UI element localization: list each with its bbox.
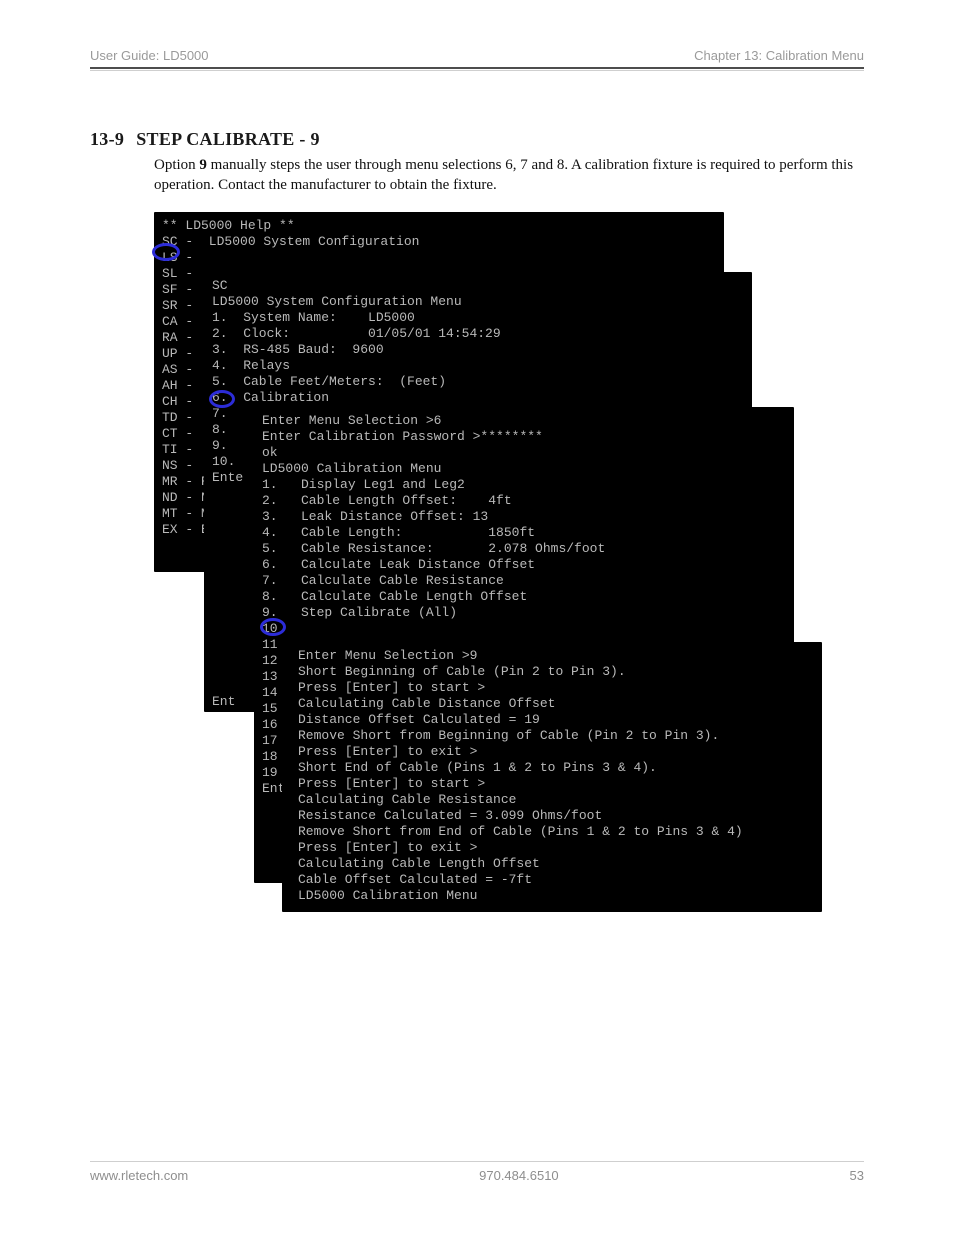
section-number: 13-9 [90, 129, 124, 150]
footer: www.rletech.com 970.484.6510 53 [90, 1161, 864, 1183]
para-rest: manually steps the user through menu sel… [154, 157, 853, 193]
section-title: STEP CALIBRATE - 9 [136, 129, 320, 150]
para-bold: 9 [199, 157, 207, 173]
section-paragraph: Option 9 manually steps the user through… [154, 155, 864, 196]
header-right: Chapter 13: Calibration Menu [694, 48, 864, 63]
footer-left: www.rletech.com [90, 1168, 188, 1183]
header-row: User Guide: LD5000 Chapter 13: Calibrati… [90, 48, 864, 63]
terminal-layer-stepcal: Enter Menu Selection >9 Short Beginning … [282, 642, 822, 912]
page: User Guide: LD5000 Chapter 13: Calibrati… [0, 0, 954, 1235]
footer-center: 970.484.6510 [479, 1168, 559, 1183]
terminal-stack: ** LD5000 Help ** SC - LD5000 System Con… [154, 212, 864, 932]
annotation-circle-9 [260, 618, 286, 636]
annotation-circle-sc [152, 243, 180, 261]
footer-row: www.rletech.com 970.484.6510 53 [90, 1162, 864, 1183]
annotation-circle-6 [209, 390, 235, 408]
header-left: User Guide: LD5000 [90, 48, 209, 63]
para-prefix: Option [154, 157, 199, 173]
section-heading: 13-9 STEP CALIBRATE - 9 [90, 129, 864, 150]
header-rule-dark [90, 67, 864, 69]
footer-right: 53 [850, 1168, 864, 1183]
content-area: 13-9 STEP CALIBRATE - 9 Option 9 manuall… [90, 71, 864, 932]
